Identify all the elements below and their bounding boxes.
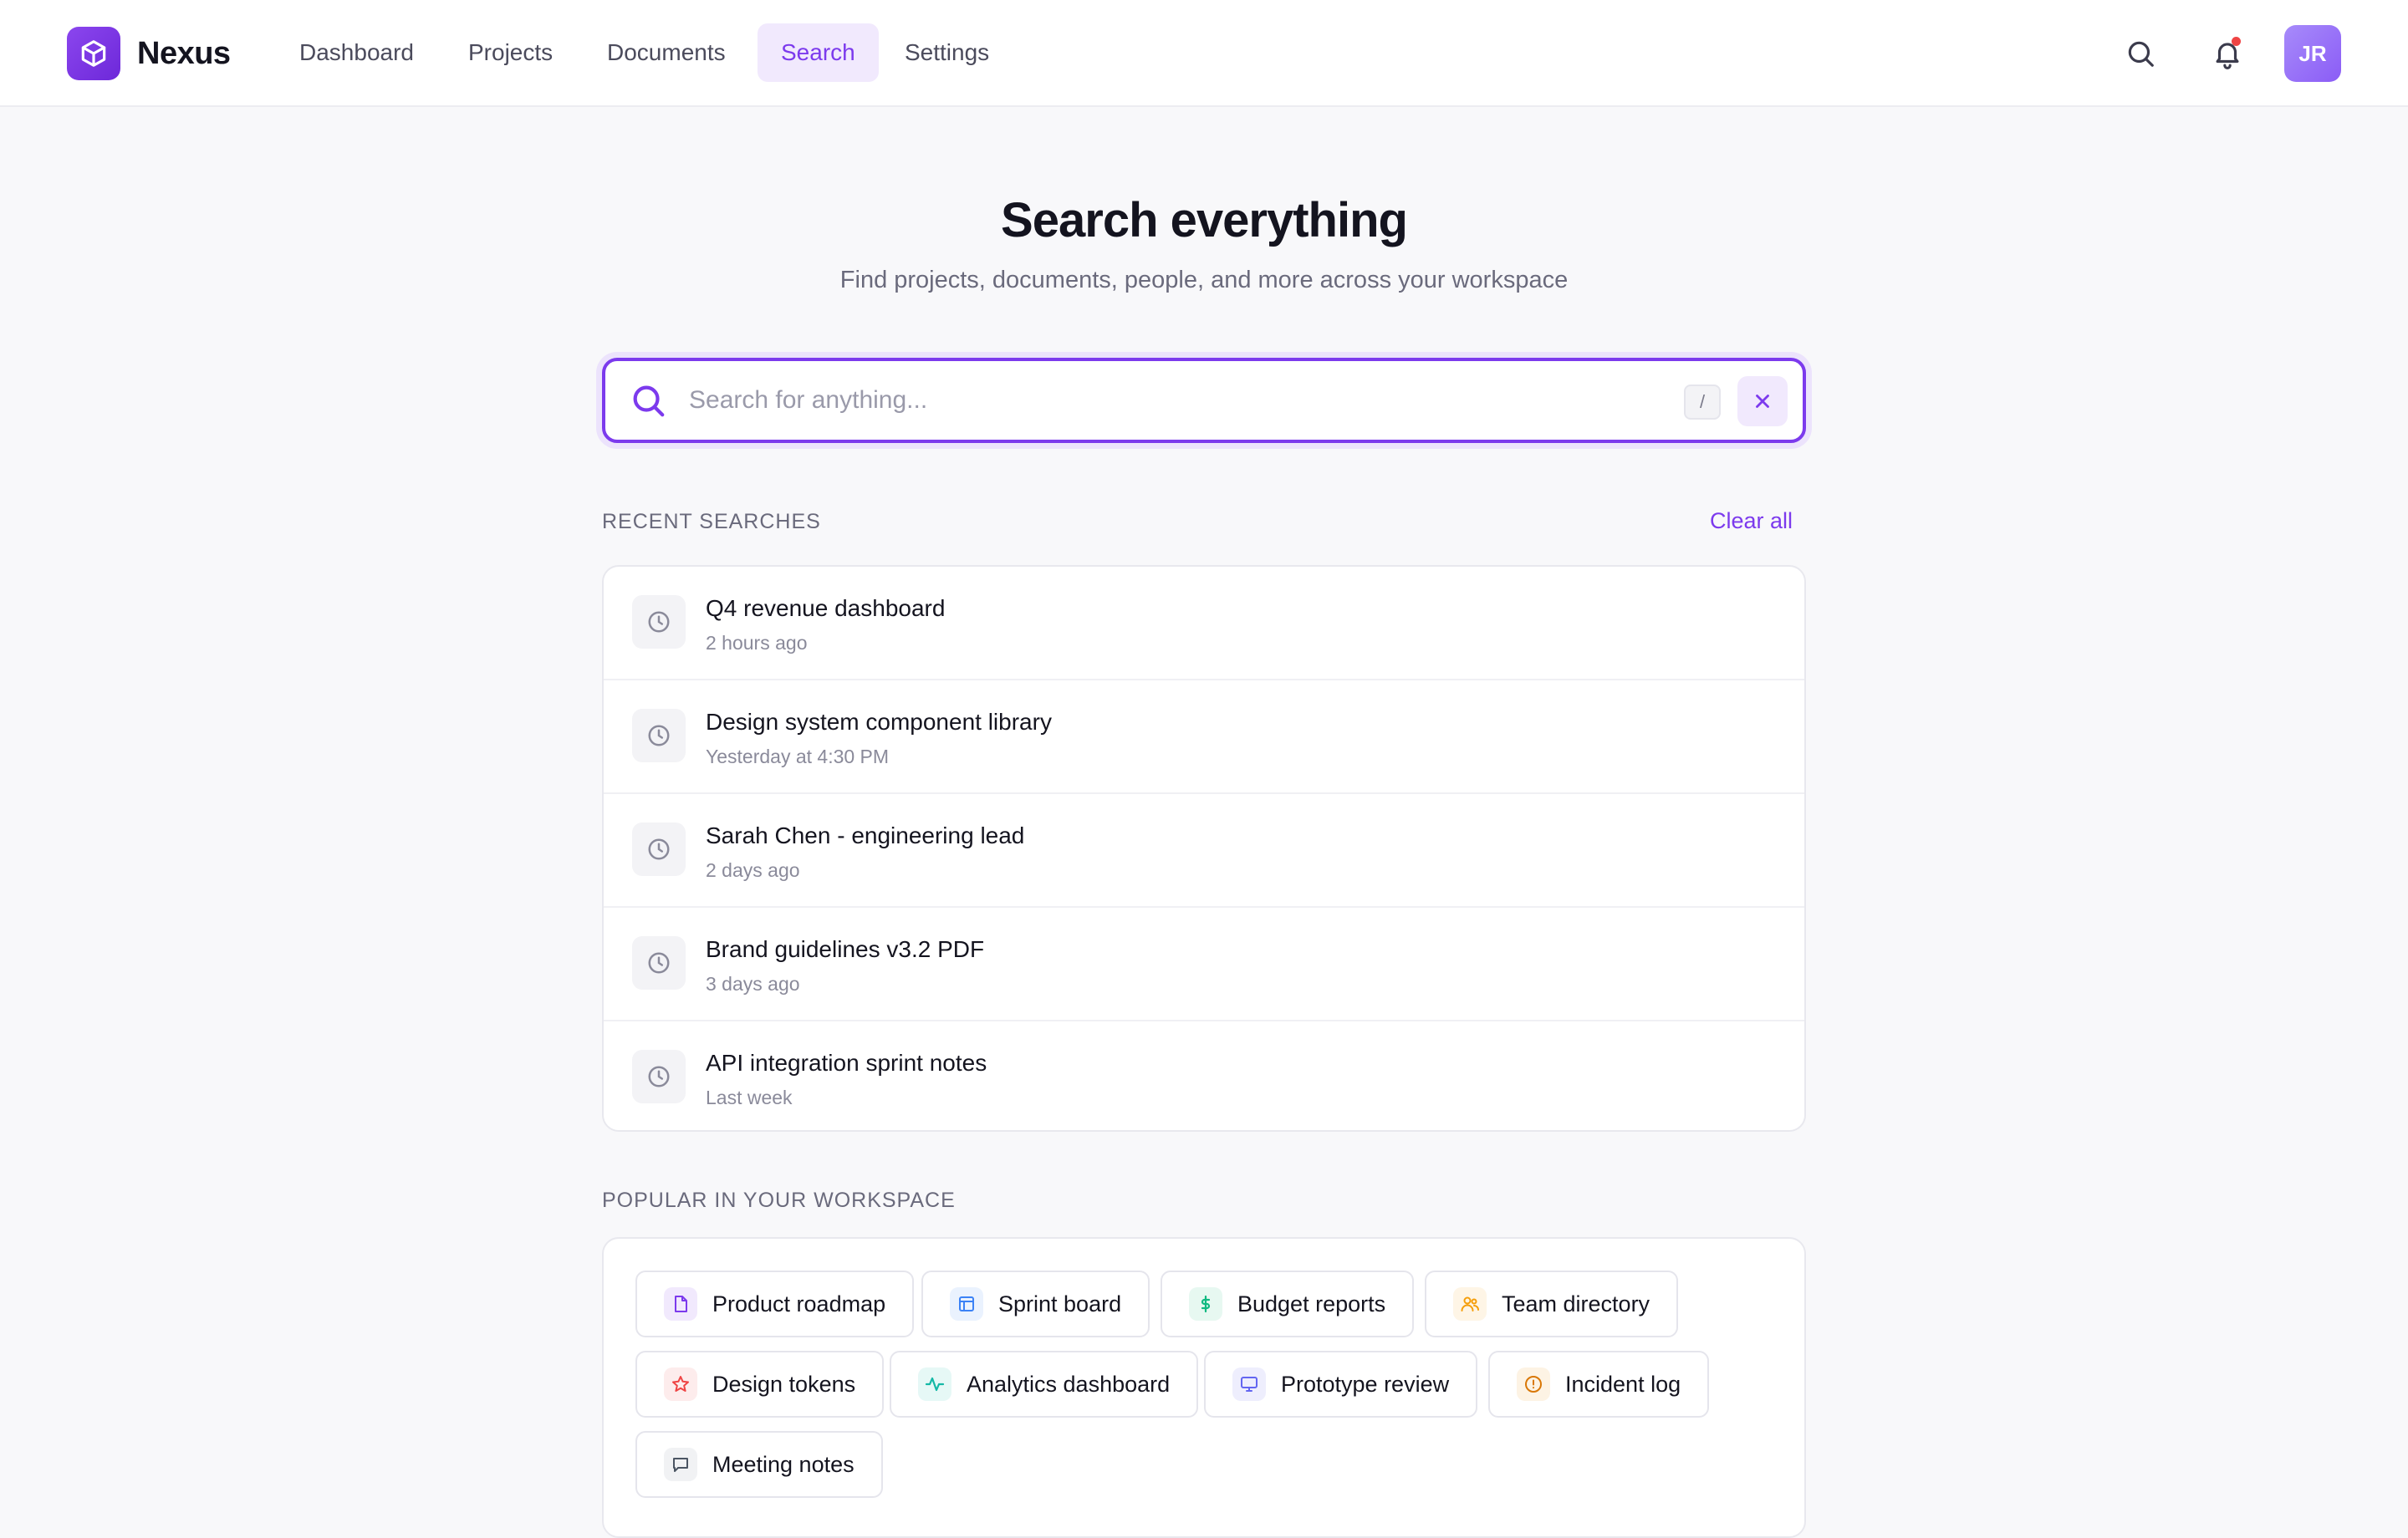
recent-search-item[interactable]: API integration sprint notes Last week: [604, 1021, 1804, 1130]
users-icon: [1453, 1287, 1487, 1321]
clock-icon: [648, 952, 670, 974]
chip-product-roadmap[interactable]: Product roadmap: [635, 1271, 915, 1337]
page-title: Search everything: [1001, 193, 1408, 247]
search-icon: [633, 385, 665, 417]
search-field-icon-wrap: [629, 381, 667, 420]
recent-item-title: Sarah Chen - engineering lead: [706, 822, 1025, 848]
recent-item-icon: [632, 1050, 686, 1103]
activity-icon: [918, 1367, 951, 1401]
clear-search-button[interactable]: [1737, 376, 1788, 426]
recent-search-item[interactable]: Design system component library Yesterda…: [604, 680, 1804, 794]
recent-searches-list: Q4 revenue dashboard 2 hours ago Design …: [602, 565, 1806, 1132]
document-icon: [664, 1287, 697, 1321]
dollar-icon: [1189, 1287, 1222, 1321]
search-icon: [2128, 41, 2154, 67]
alert-circle-icon: [1517, 1367, 1550, 1401]
recent-search-item[interactable]: Sarah Chen - engineering lead 2 days ago: [604, 794, 1804, 908]
main-search-box[interactable]: /: [602, 358, 1806, 443]
top-navigation-bar: Nexus Dashboard Projects Documents Searc…: [0, 0, 2408, 107]
chip-label: Sprint board: [998, 1291, 1122, 1316]
notifications-button[interactable]: [2202, 28, 2252, 79]
chip-label: Product roadmap: [712, 1291, 886, 1316]
clock-icon: [648, 611, 670, 633]
search-input[interactable]: [689, 376, 1441, 425]
recent-item-time: 2 hours ago: [706, 632, 808, 654]
nav-search[interactable]: Search: [758, 23, 879, 82]
close-icon: [1756, 395, 1769, 408]
layout-icon: [950, 1287, 983, 1321]
recent-searches-heading: RECENT SEARCHES: [602, 510, 821, 533]
recent-item-title: API integration sprint notes: [706, 1050, 987, 1076]
popular-heading: POPULAR IN YOUR WORKSPACE: [602, 1189, 956, 1212]
chip-label: Incident log: [1565, 1371, 1681, 1397]
chip-label: Budget reports: [1237, 1291, 1386, 1316]
chip-meeting-notes[interactable]: Meeting notes: [635, 1431, 883, 1498]
recent-item-icon: [632, 709, 686, 762]
nav-settings[interactable]: Settings: [881, 23, 1013, 82]
recent-item-icon: [632, 822, 686, 876]
popular-chips-panel: Product roadmap Sprint board Budget repo…: [602, 1237, 1806, 1538]
recent-item-time: Last week: [706, 1087, 793, 1108]
clock-icon: [648, 725, 670, 746]
recent-item-time: 2 days ago: [706, 859, 800, 881]
chip-design-tokens[interactable]: Design tokens: [635, 1351, 885, 1418]
user-avatar[interactable]: JR: [2284, 25, 2341, 82]
recent-item-time: 3 days ago: [706, 973, 800, 995]
brand-name: Nexus: [137, 36, 231, 71]
chip-label: Design tokens: [712, 1371, 856, 1397]
keyboard-shortcut-hint: /: [1684, 384, 1721, 420]
recent-search-item[interactable]: Brand guidelines v3.2 PDF 3 days ago: [604, 908, 1804, 1021]
recent-item-icon: [632, 595, 686, 649]
recent-item-icon: [632, 936, 686, 990]
nav-dashboard[interactable]: Dashboard: [276, 23, 437, 82]
nav-documents[interactable]: Documents: [584, 23, 749, 82]
chip-budget-reports[interactable]: Budget reports: [1161, 1271, 1415, 1337]
nexus-logo[interactable]: [67, 27, 120, 80]
recent-item-title: Q4 revenue dashboard: [706, 595, 946, 621]
clock-icon: [648, 1066, 670, 1087]
clock-icon: [648, 838, 670, 860]
monitor-icon: [1232, 1367, 1266, 1401]
nav-projects[interactable]: Projects: [445, 23, 576, 82]
chip-label: Meeting notes: [712, 1451, 855, 1477]
page-subtitle: Find projects, documents, people, and mo…: [839, 267, 1569, 293]
chip-label: Analytics dashboard: [967, 1371, 1171, 1397]
chip-team-directory[interactable]: Team directory: [1425, 1271, 1679, 1337]
recent-item-title: Brand guidelines v3.2 PDF: [706, 936, 985, 962]
clear-all-link[interactable]: Clear all: [1672, 508, 1793, 534]
chip-prototype-review[interactable]: Prototype review: [1204, 1351, 1478, 1418]
chip-incident-log[interactable]: Incident log: [1488, 1351, 1710, 1418]
notification-badge: [2232, 37, 2241, 46]
recent-item-title: Design system component library: [706, 709, 1052, 735]
recent-search-item[interactable]: Q4 revenue dashboard 2 hours ago: [604, 567, 1804, 680]
chip-sprint-board[interactable]: Sprint board: [921, 1271, 1150, 1337]
chip-label: Prototype review: [1281, 1371, 1450, 1397]
header-search-button[interactable]: [2115, 28, 2166, 79]
star-icon: [664, 1367, 697, 1401]
message-icon: [664, 1448, 697, 1481]
recent-item-time: Yesterday at 4:30 PM: [706, 746, 890, 767]
chip-analytics-dashboard[interactable]: Analytics dashboard: [890, 1351, 1199, 1418]
chip-label: Team directory: [1502, 1291, 1650, 1316]
cube-icon: [81, 40, 106, 67]
